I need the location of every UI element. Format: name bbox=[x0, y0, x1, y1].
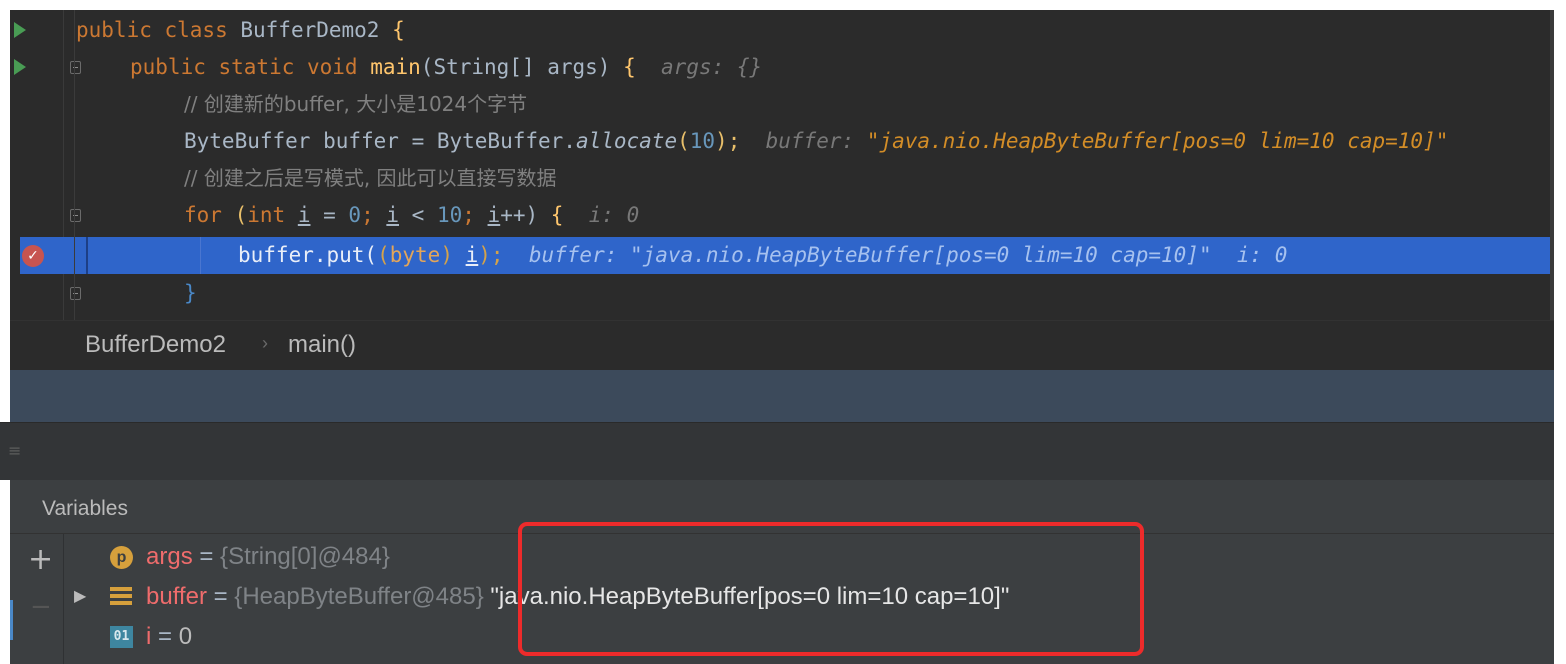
add-watch-icon[interactable]: + bbox=[28, 542, 53, 577]
for-close-brace: } bbox=[184, 281, 197, 305]
method-name-main: main bbox=[370, 55, 421, 79]
inline-hint-i: i: 0 bbox=[563, 203, 640, 227]
run-main-icon[interactable] bbox=[14, 59, 26, 75]
cast-open: ( bbox=[377, 243, 390, 267]
allocate-open: ( bbox=[677, 129, 690, 153]
execution-point-marker bbox=[86, 237, 88, 274]
variable-equals: = bbox=[151, 623, 179, 650]
expand-arrow-icon[interactable]: ▶ bbox=[74, 578, 88, 616]
class-name: BufferDemo2 bbox=[240, 18, 380, 42]
cast-close: ) bbox=[440, 243, 466, 267]
breadcrumb: BufferDemo2 › main() bbox=[10, 320, 1554, 370]
loop-var-i-inc: i bbox=[487, 203, 501, 227]
restore-layout-icon[interactable]: ≡ bbox=[8, 443, 30, 459]
inline-hint-buffer-value: "java.nio.HeapByteBuffer[pos=0 lim=10 ca… bbox=[866, 129, 1449, 153]
fold-for-icon[interactable] bbox=[70, 209, 81, 222]
allocate-close: ); bbox=[715, 129, 741, 153]
put-arg-i: i bbox=[465, 243, 479, 267]
comment-write-mode: // 创建之后是写模式, 因此可以直接写数据 bbox=[184, 166, 557, 190]
for-zero: 0 bbox=[348, 203, 362, 227]
code-editor[interactable]: public class BufferDemo2 { public static… bbox=[10, 10, 1554, 320]
code-line-put-current[interactable]: ✓ buffer.put((byte) i); buffer: "java.ni… bbox=[20, 237, 1554, 274]
put-close: ); bbox=[478, 243, 504, 267]
for-lt: < bbox=[399, 203, 437, 227]
inline-hint-args: args: {} bbox=[635, 55, 763, 79]
code-line-class[interactable]: public class BufferDemo2 { bbox=[14, 12, 1554, 49]
keyword-for: for bbox=[184, 203, 235, 227]
comment-create-buffer: // 创建新的buffer, 大小是1024个字节 bbox=[184, 92, 528, 116]
allocate-method: allocate bbox=[575, 129, 678, 153]
indent-guide bbox=[200, 237, 201, 274]
for-open: ( bbox=[234, 203, 248, 227]
cast-type-byte: byte bbox=[389, 243, 441, 267]
for-assign: = bbox=[310, 203, 349, 227]
keyword-public-static-void: public static void bbox=[130, 55, 371, 79]
inline-hint-put-i: i: 0 bbox=[1211, 243, 1288, 267]
variable-value: 0 bbox=[178, 623, 193, 650]
main-signature: (String[] args) bbox=[420, 55, 624, 79]
field-icon bbox=[110, 587, 132, 607]
variable-equals: = bbox=[192, 543, 221, 570]
inline-hint-put-buffer-value: "java.nio.HeapByteBuffer[pos=0 lim=10 ca… bbox=[630, 243, 1212, 267]
remove-watch-icon[interactable]: − bbox=[30, 592, 52, 622]
allocate-size: 10 bbox=[689, 129, 716, 153]
parameter-icon: p bbox=[110, 546, 133, 569]
side-selection-indicator bbox=[10, 600, 13, 640]
for-ten: 10 bbox=[436, 203, 463, 227]
breadcrumb-separator: › bbox=[262, 333, 268, 353]
debug-toolbar: ≡ bbox=[0, 422, 1554, 480]
code-line-comment-1[interactable]: // 创建新的buffer, 大小是1024个字节 bbox=[20, 86, 1554, 123]
put-call-prefix: buffer.put( bbox=[238, 243, 378, 267]
for-semi-2: ; bbox=[462, 203, 488, 227]
inline-hint-put-buffer-label: buffer: bbox=[503, 243, 630, 267]
variable-value: {HeapByteBuffer@485} bbox=[234, 583, 484, 610]
fold-main-icon[interactable] bbox=[70, 61, 81, 74]
inline-hint-buffer-label: buffer: bbox=[740, 129, 867, 153]
variable-name: buffer bbox=[146, 583, 207, 610]
code-line-main[interactable]: public static void main(String[] args) {… bbox=[14, 49, 1554, 86]
breadcrumb-class[interactable]: BufferDemo2 bbox=[85, 331, 226, 359]
fold-end-icon[interactable] bbox=[70, 287, 81, 300]
loop-var-i-cond: i bbox=[386, 203, 400, 227]
code-line-for[interactable]: for (int i = 0; i < 10; i++) { i: 0 bbox=[20, 197, 1554, 234]
variables-title: Variables bbox=[42, 497, 128, 520]
variable-name: args bbox=[146, 543, 193, 570]
keyword-int: int bbox=[247, 203, 298, 227]
for-brace: { bbox=[550, 203, 564, 227]
annotation-highlight-box bbox=[518, 522, 1144, 656]
breakpoint-hit-icon[interactable]: ✓ bbox=[22, 245, 44, 267]
for-semi-1: ; bbox=[361, 203, 387, 227]
editor-scrollbar[interactable] bbox=[1550, 10, 1554, 320]
code-line-close-brace[interactable]: } bbox=[20, 275, 1554, 312]
breadcrumb-method[interactable]: main() bbox=[288, 331, 356, 359]
code-line-allocate[interactable]: ByteBuffer buffer = ByteBuffer.allocate(… bbox=[20, 123, 1554, 160]
for-inc: ++) bbox=[500, 203, 551, 227]
keyword-public-class: public class bbox=[76, 18, 241, 42]
run-class-icon[interactable] bbox=[14, 22, 26, 38]
indent-guide-outer bbox=[74, 10, 75, 320]
allocate-lhs: ByteBuffer buffer = ByteBuffer. bbox=[184, 129, 576, 153]
main-brace: { bbox=[623, 55, 636, 79]
class-brace: { bbox=[379, 18, 405, 42]
code-line-comment-2[interactable]: // 创建之后是写模式, 因此可以直接写数据 bbox=[20, 160, 1554, 197]
primitive-icon: 01 bbox=[110, 626, 133, 648]
variable-value: {String[0]@484} bbox=[220, 543, 390, 570]
loop-var-i: i bbox=[297, 203, 311, 227]
editor-status-band bbox=[10, 370, 1554, 422]
variable-equals: = bbox=[206, 583, 235, 610]
